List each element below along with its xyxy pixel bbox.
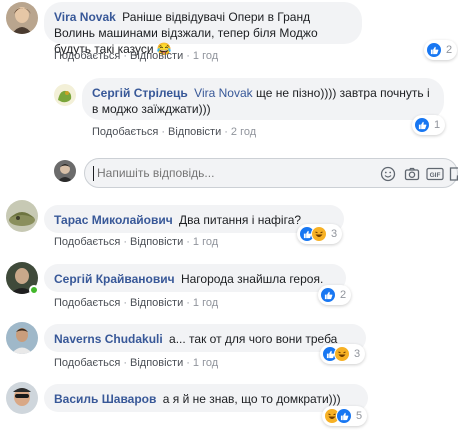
like-icon (414, 117, 430, 133)
like-icon (336, 408, 352, 424)
comment-time[interactable]: 2 год (231, 126, 256, 138)
emoji-icon[interactable] (379, 165, 397, 183)
reply-link[interactable]: Відповісти (130, 50, 183, 62)
comment-actions: Подобається · Відповісти · 1 год (54, 236, 219, 248)
comment-text: а я й не знав, що то домкрати))) (162, 392, 341, 406)
comment-author[interactable]: Сергій Крайванович (54, 272, 175, 286)
reaction-count: 1 (434, 119, 441, 131)
comment-author[interactable]: Василь Шаваров (54, 392, 156, 406)
reaction-count: 5 (356, 410, 363, 422)
comment-bubble: Василь Шаваров а я й не знав, що то домк… (44, 384, 368, 412)
reaction-summary[interactable]: 3 (297, 224, 343, 244)
like-link[interactable]: Подобається (54, 236, 120, 248)
like-link[interactable]: Подобається (54, 50, 120, 62)
like-link[interactable]: Подобається (54, 357, 120, 369)
comment-actions: Подобається · Відповісти · 1 год (54, 357, 219, 369)
reaction-count: 2 (446, 44, 453, 56)
reply-link[interactable]: Відповісти (130, 297, 183, 309)
comment-bubble: Сергій Стрілець Vira Novak ще не пізно))… (82, 78, 444, 120)
comment-time[interactable]: 1 год (193, 297, 218, 309)
comment-bubble: Naverns Chudakuli а... так от для чого в… (44, 324, 366, 352)
reply-link[interactable]: Відповісти (130, 357, 183, 369)
reaction-count: 3 (354, 348, 361, 360)
like-icon (320, 287, 336, 303)
gif-icon[interactable]: GIF (426, 165, 444, 183)
mention-link[interactable]: Vira Novak (194, 86, 252, 100)
text-caret (93, 166, 94, 181)
comment-author[interactable]: Naverns Chudakuli (54, 332, 163, 346)
comment-bubble: Vira Novak Раніше відвідувачі Опери в Гр… (44, 2, 362, 56)
comment-actions: Подобається · Відповісти · 1 год (54, 50, 219, 62)
comment-author[interactable]: Сергій Стрілець (92, 86, 188, 100)
comment-author[interactable]: Vira Novak (54, 10, 116, 24)
reply-link[interactable]: Відповісти (130, 236, 183, 248)
reaction-summary[interactable]: 2 (318, 285, 352, 305)
reaction-count: 2 (340, 289, 347, 301)
like-link[interactable]: Подобається (92, 126, 158, 138)
avatar[interactable] (6, 200, 38, 232)
comment-text: Нагорода знайшла героя. (180, 272, 324, 286)
haha-icon (311, 226, 327, 242)
online-status-dot (29, 285, 39, 295)
haha-icon (334, 346, 350, 362)
reply-link[interactable]: Відповісти (168, 126, 221, 138)
reaction-summary[interactable]: 5 (322, 406, 368, 426)
comment-bubble: Сергій Крайванович Нагорода знайшла геро… (44, 264, 346, 292)
avatar[interactable] (54, 84, 76, 106)
reply-input[interactable] (97, 166, 297, 180)
reaction-summary[interactable]: 3 (320, 344, 366, 364)
comment-text: а... так от для чого вони треба (169, 332, 338, 346)
current-user-avatar (54, 160, 76, 182)
comment-time[interactable]: 1 год (193, 357, 218, 369)
reaction-count: 3 (331, 228, 338, 240)
svg-text:GIF: GIF (430, 172, 441, 179)
comment-time[interactable]: 1 год (193, 50, 218, 62)
comment-actions: Подобається · Відповісти · 2 год (92, 126, 257, 138)
comment-time[interactable]: 1 год (193, 236, 218, 248)
sticker-icon[interactable] (447, 165, 458, 183)
avatar[interactable] (6, 2, 38, 34)
reaction-summary[interactable]: 2 (424, 40, 458, 60)
like-link[interactable]: Подобається (54, 297, 120, 309)
avatar[interactable] (6, 382, 38, 414)
reply-box[interactable]: GIF (84, 158, 458, 188)
comment-author[interactable]: Тарас Миколайович (54, 213, 173, 227)
avatar[interactable] (6, 322, 38, 354)
like-icon (426, 42, 442, 58)
comment-text: Два питання і нафіга? (179, 213, 302, 227)
camera-icon[interactable] (403, 165, 421, 183)
comment-actions: Подобається · Відповісти · 1 год (54, 297, 219, 309)
reaction-summary[interactable]: 1 (412, 115, 446, 135)
